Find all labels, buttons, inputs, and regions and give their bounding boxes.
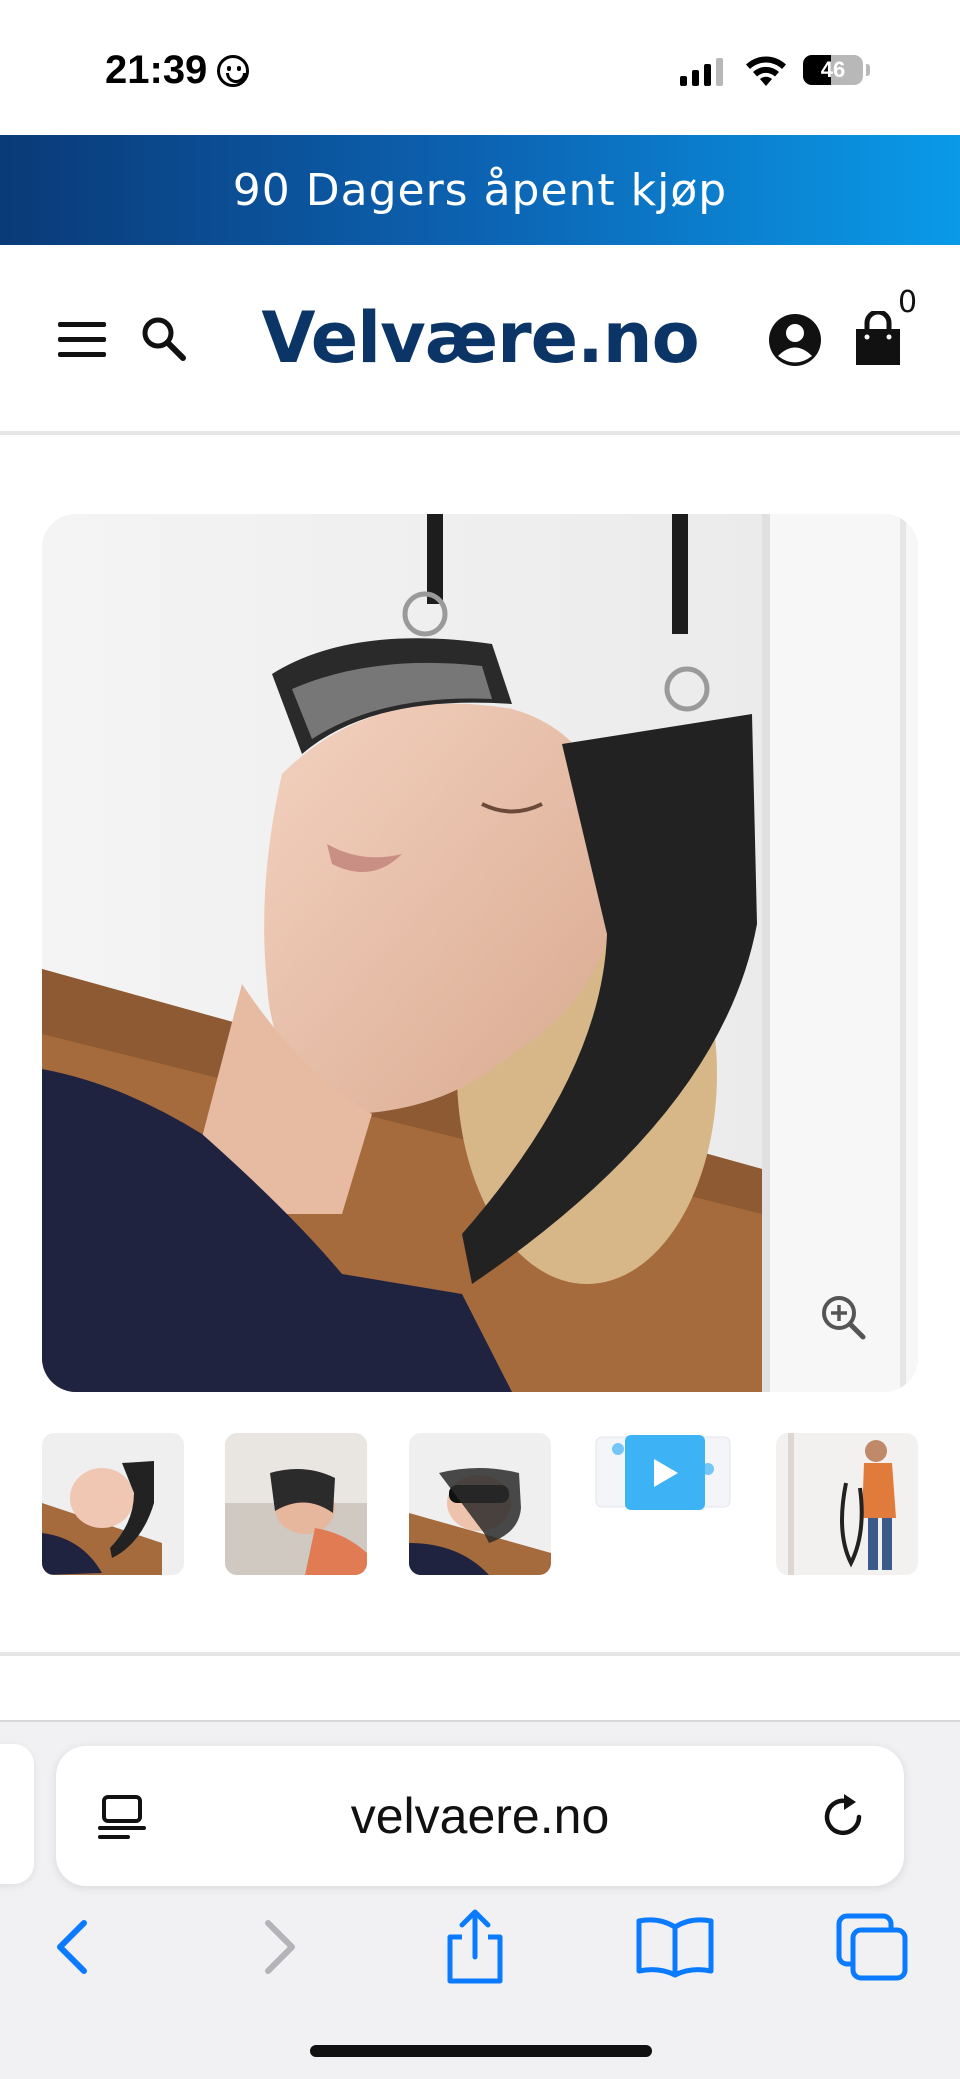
thumbnail-2[interactable]: [225, 1433, 367, 1575]
site-header: Velvære.no 0: [0, 245, 960, 435]
forward-icon[interactable]: [234, 1902, 324, 1992]
cellular-signal-icon: [680, 58, 723, 86]
thumbnail-5[interactable]: [776, 1433, 918, 1575]
address-bar[interactable]: velvaere.no: [56, 1746, 904, 1886]
thumbnail-strip: [42, 1433, 918, 1578]
product-main-image[interactable]: [42, 514, 918, 1392]
time-text: 21:39: [105, 48, 208, 92]
thumbnail-1[interactable]: [42, 1433, 184, 1575]
promo-banner-text: 90 Dagers åpent kjøp: [232, 164, 728, 216]
previous-tab-edge[interactable]: [0, 1744, 34, 1884]
browser-toolbar: velvaere.no: [0, 1720, 960, 2079]
battery-nub: [866, 64, 870, 76]
shopping-bag-icon[interactable]: [852, 311, 904, 367]
browser-nav-row: [0, 1902, 960, 2002]
thumbnail-video[interactable]: [592, 1433, 734, 1575]
status-time: 21:39: [105, 48, 250, 93]
tabs-icon[interactable]: [828, 1902, 918, 1992]
play-icon[interactable]: [625, 1435, 705, 1510]
cart-count-badge: 0: [898, 285, 918, 320]
account-icon[interactable]: [768, 313, 822, 367]
reload-icon[interactable]: [816, 1790, 870, 1844]
smiley-icon: [217, 54, 250, 87]
promo-banner[interactable]: 90 Dagers åpent kjøp: [0, 135, 960, 245]
thumbnail-3[interactable]: [409, 1433, 551, 1575]
zoom-in-icon[interactable]: [819, 1293, 869, 1343]
home-indicator: [310, 2045, 652, 2057]
section-divider: [0, 1652, 960, 1656]
back-icon[interactable]: [28, 1902, 118, 1992]
battery-level-text: 46: [820, 57, 846, 82]
battery-icon: 46: [803, 55, 863, 85]
status-bar: 21:39 46: [0, 0, 960, 135]
bookmarks-icon[interactable]: [630, 1902, 720, 1992]
share-icon[interactable]: [430, 1902, 520, 1992]
wifi-icon: [746, 56, 786, 86]
url-text[interactable]: velvaere.no: [56, 1746, 904, 1886]
product-photo-illustration: [42, 514, 918, 1392]
